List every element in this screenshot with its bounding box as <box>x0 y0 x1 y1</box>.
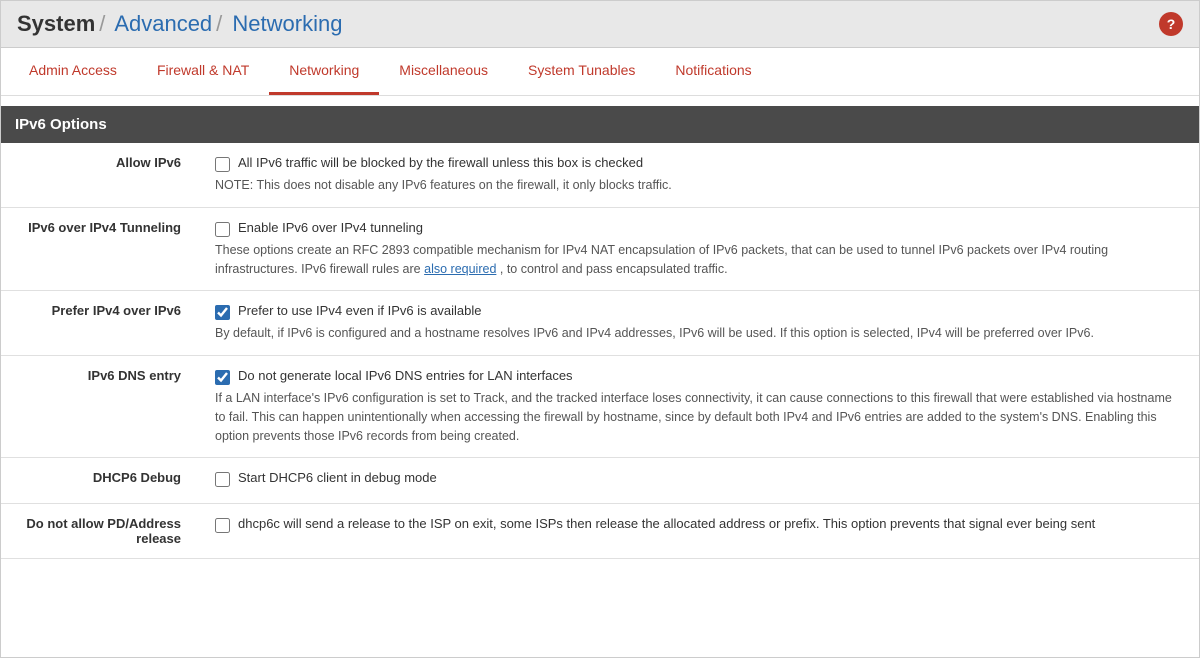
table-row: IPv6 DNS entry Do not generate local IPv… <box>1 356 1199 458</box>
checkbox-label-prefer-ipv4: Prefer to use IPv4 even if IPv6 is avail… <box>238 303 482 318</box>
section-title: IPv6 Options <box>15 116 107 133</box>
row-content-ipv6-dns: Do not generate local IPv6 DNS entries f… <box>201 356 1199 458</box>
row-label-allow-ipv6: Allow IPv6 <box>1 143 201 207</box>
row-content-ipv6-tunneling: Enable IPv6 over IPv4 tunneling These op… <box>201 207 1199 291</box>
row-label-ipv6-dns: IPv6 DNS entry <box>1 356 201 458</box>
desc-allow-ipv6: NOTE: This does not disable any IPv6 fea… <box>215 176 1185 195</box>
breadcrumb-networking[interactable]: Networking <box>232 11 342 36</box>
desc-prefer-ipv4: By default, if IPv6 is configured and a … <box>215 324 1185 343</box>
checkbox-ipv6-tunneling[interactable] <box>215 222 230 237</box>
table-row: DHCP6 Debug Start DHCP6 client in debug … <box>1 458 1199 504</box>
options-table: Allow IPv6 All IPv6 traffic will be bloc… <box>1 143 1199 559</box>
tabs-container: Admin Access Firewall & NAT Networking M… <box>1 48 1199 96</box>
checkbox-row-dhcp6-debug: Start DHCP6 client in debug mode <box>215 470 1185 487</box>
checkbox-pd-release[interactable] <box>215 518 230 533</box>
section-header: IPv6 Options <box>1 106 1199 143</box>
row-label-ipv6-tunneling: IPv6 over IPv4 Tunneling <box>1 207 201 291</box>
row-content-prefer-ipv4: Prefer to use IPv4 even if IPv6 is avail… <box>201 291 1199 356</box>
row-label-dhcp6-debug: DHCP6 Debug <box>1 458 201 504</box>
checkbox-row-pd-release: dhcp6c will send a release to the ISP on… <box>215 516 1185 533</box>
row-content-pd-release: dhcp6c will send a release to the ISP on… <box>201 504 1199 559</box>
tab-firewall-nat[interactable]: Firewall & NAT <box>137 48 269 95</box>
checkbox-row-allow-ipv6: All IPv6 traffic will be blocked by the … <box>215 155 1185 172</box>
checkbox-ipv6-dns[interactable] <box>215 370 230 385</box>
tab-networking[interactable]: Networking <box>269 48 379 95</box>
table-row: Do not allow PD/Address release dhcp6c w… <box>1 504 1199 559</box>
checkbox-row-ipv6-tunneling: Enable IPv6 over IPv4 tunneling <box>215 220 1185 237</box>
checkbox-label-allow-ipv6: All IPv6 traffic will be blocked by the … <box>238 155 643 170</box>
breadcrumb-system: System <box>17 11 95 36</box>
breadcrumb: System/ Advanced/ Networking <box>17 11 342 37</box>
breadcrumb-advanced[interactable]: Advanced <box>114 11 212 36</box>
checkbox-allow-ipv6[interactable] <box>215 157 230 172</box>
desc-after-link: , to control and pass encapsulated traff… <box>500 262 728 276</box>
tab-system-tunables[interactable]: System Tunables <box>508 48 655 95</box>
checkbox-dhcp6-debug[interactable] <box>215 472 230 487</box>
table-row: Allow IPv6 All IPv6 traffic will be bloc… <box>1 143 1199 207</box>
tab-notifications[interactable]: Notifications <box>655 48 771 95</box>
tab-miscellaneous[interactable]: Miscellaneous <box>379 48 508 95</box>
row-label-prefer-ipv4: Prefer IPv4 over IPv6 <box>1 291 201 356</box>
checkbox-label-pd-release: dhcp6c will send a release to the ISP on… <box>238 516 1095 531</box>
row-content-allow-ipv6: All IPv6 traffic will be blocked by the … <box>201 143 1199 207</box>
row-label-pd-release: Do not allow PD/Address release <box>1 504 201 559</box>
help-icon[interactable]: ? <box>1159 12 1183 36</box>
checkbox-prefer-ipv4[interactable] <box>215 305 230 320</box>
desc-ipv6-dns: If a LAN interface's IPv6 configuration … <box>215 389 1185 445</box>
breadcrumb-sep1: / <box>99 11 105 36</box>
checkbox-label-ipv6-dns: Do not generate local IPv6 DNS entries f… <box>238 368 573 383</box>
breadcrumb-sep2: / <box>216 11 222 36</box>
desc-ipv6-tunneling: These options create an RFC 2893 compati… <box>215 241 1185 279</box>
tab-admin-access[interactable]: Admin Access <box>9 48 137 95</box>
table-row: IPv6 over IPv4 Tunneling Enable IPv6 ove… <box>1 207 1199 291</box>
checkbox-row-prefer-ipv4: Prefer to use IPv4 even if IPv6 is avail… <box>215 303 1185 320</box>
checkbox-label-dhcp6-debug: Start DHCP6 client in debug mode <box>238 470 437 485</box>
page-wrapper: System/ Advanced/ Networking ? Admin Acc… <box>0 0 1200 658</box>
checkbox-label-ipv6-tunneling: Enable IPv6 over IPv4 tunneling <box>238 220 423 235</box>
checkbox-row-ipv6-dns: Do not generate local IPv6 DNS entries f… <box>215 368 1185 385</box>
header: System/ Advanced/ Networking ? <box>1 1 1199 48</box>
row-content-dhcp6-debug: Start DHCP6 client in debug mode <box>201 458 1199 504</box>
table-row: Prefer IPv4 over IPv6 Prefer to use IPv4… <box>1 291 1199 356</box>
also-required-link[interactable]: also required <box>424 262 496 276</box>
